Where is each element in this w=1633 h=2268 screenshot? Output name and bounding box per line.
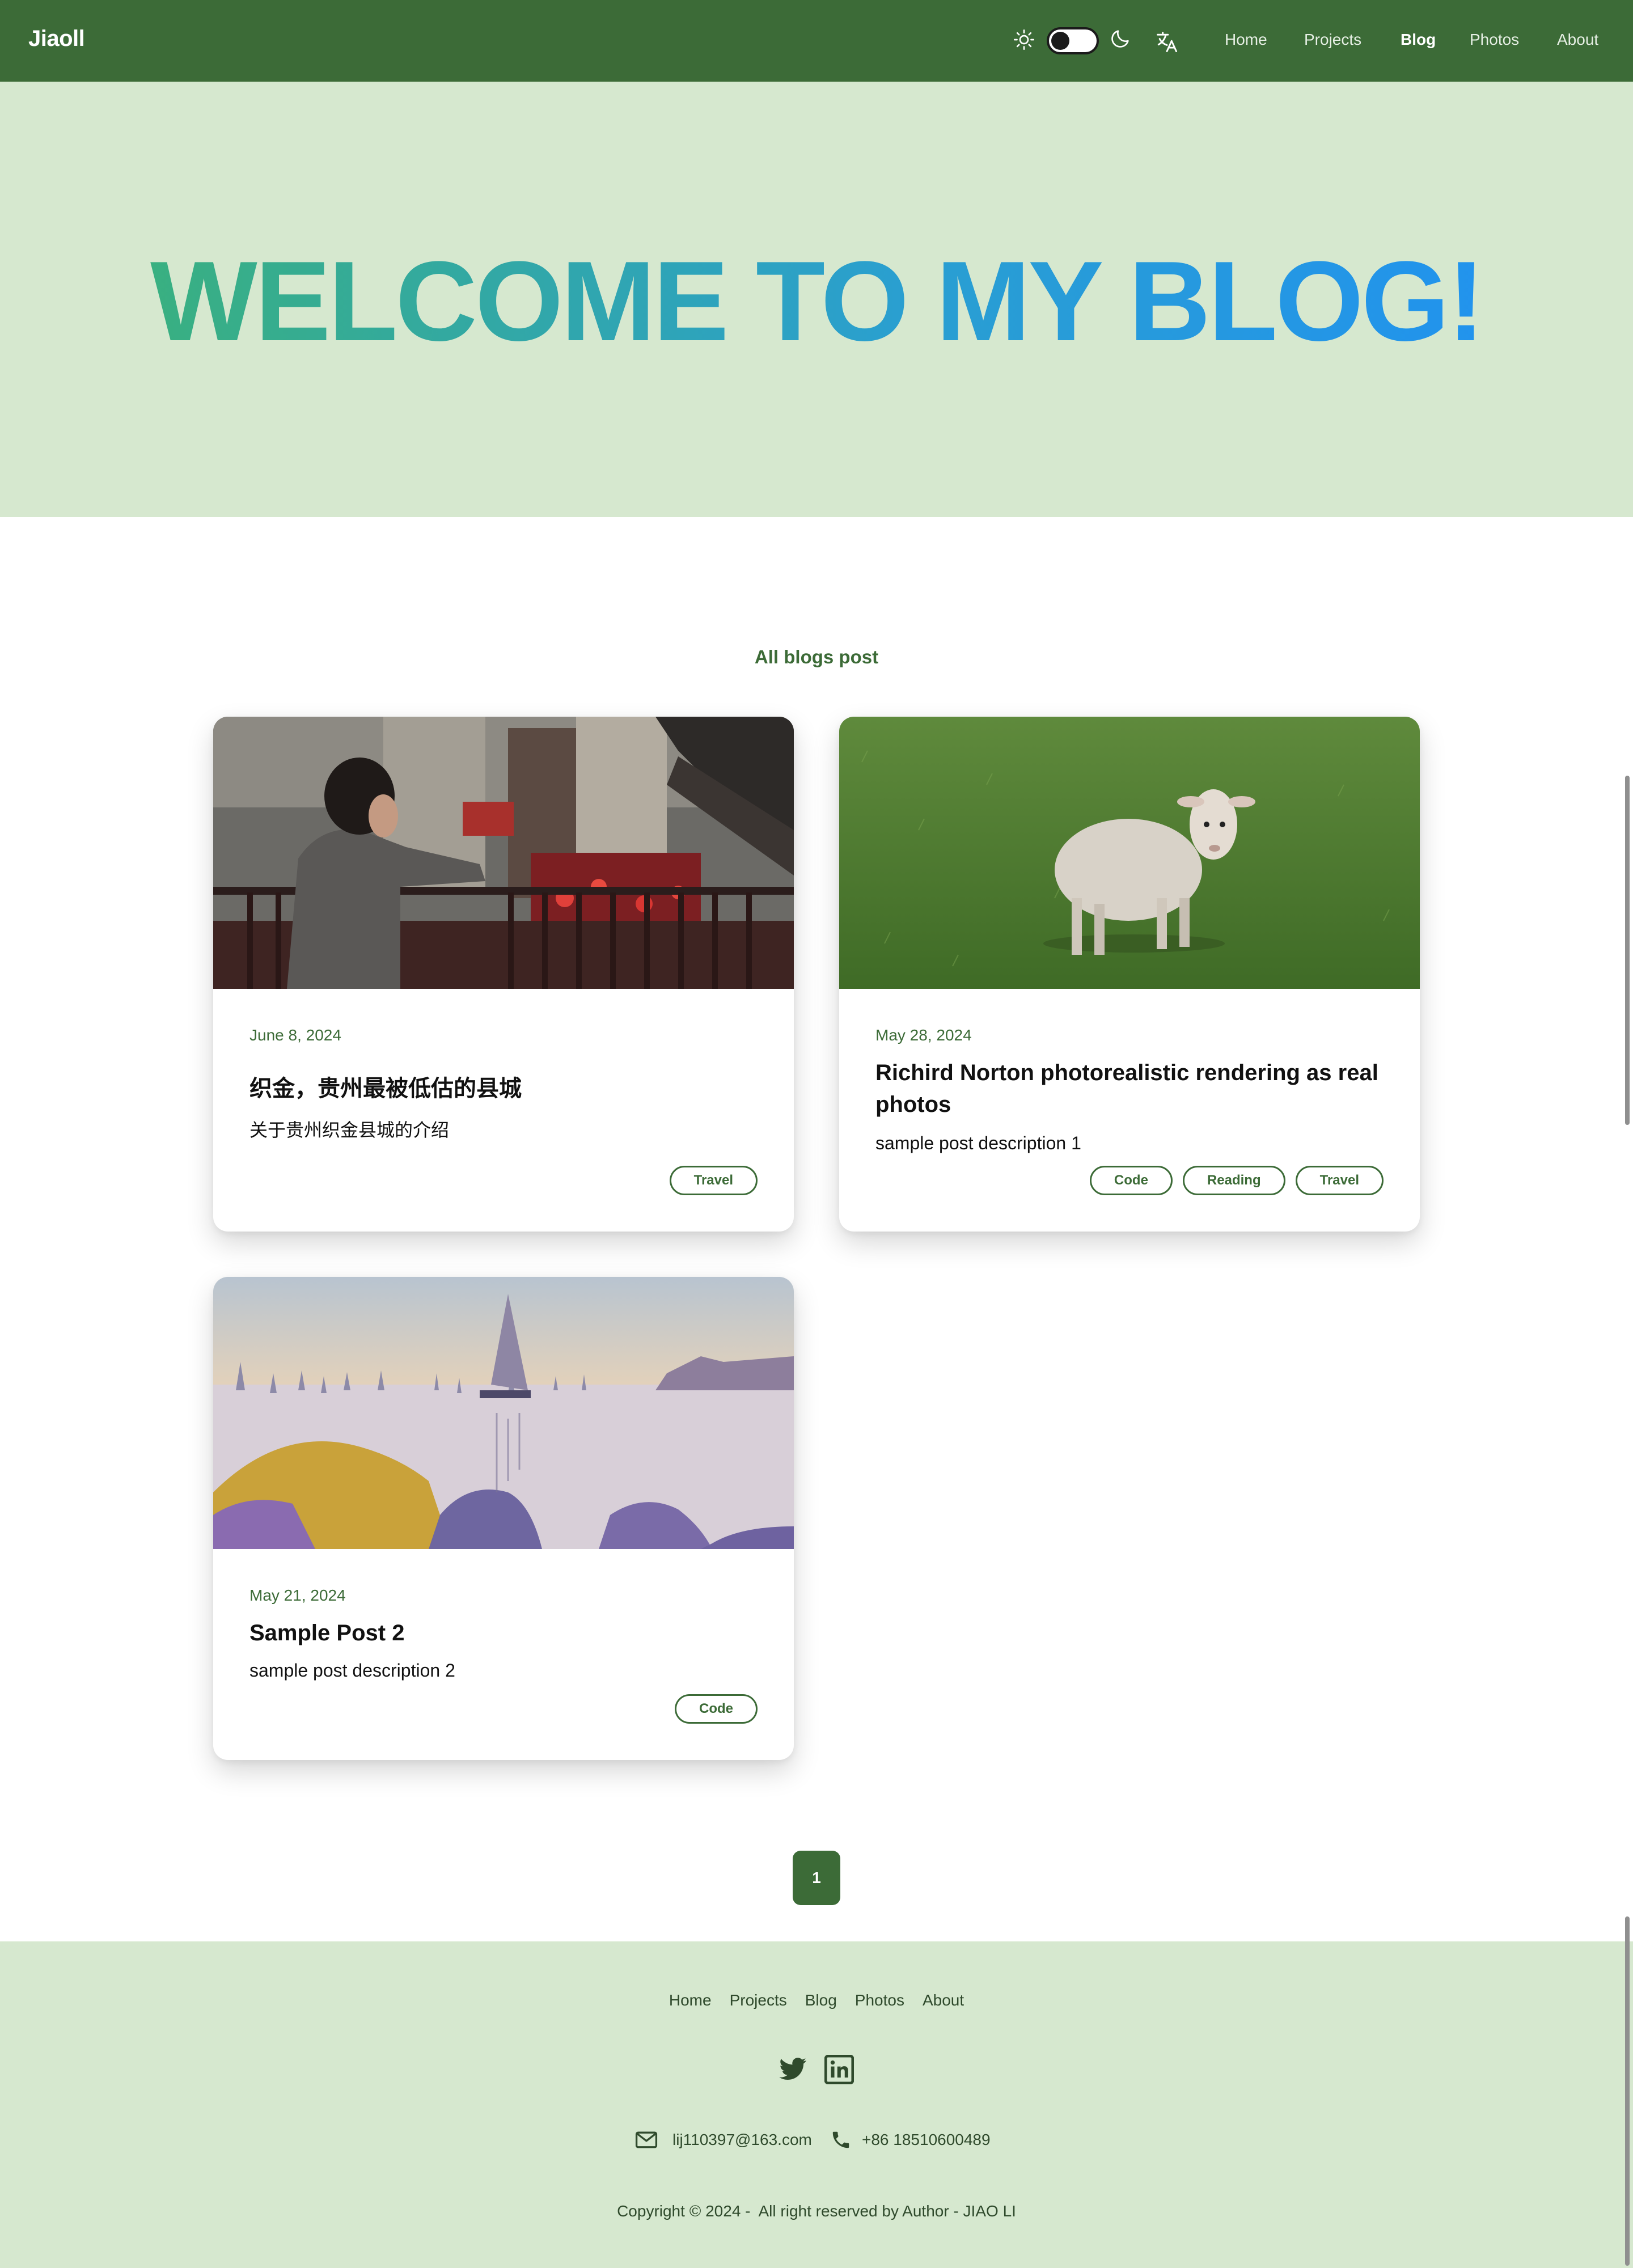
scrollbar-thumb-secondary[interactable] — [1625, 1916, 1630, 2266]
tag-list: Code Reading Travel — [1089, 1166, 1384, 1195]
moon-icon[interactable] — [1109, 27, 1132, 50]
tag-reading[interactable]: Reading — [1182, 1166, 1285, 1195]
site-brand[interactable]: Jiaoll — [28, 26, 85, 52]
pagination-page-1[interactable]: 1 — [793, 1851, 840, 1905]
post-date: May 21, 2024 — [249, 1586, 346, 1604]
footer-email[interactable]: lij110397@163.com — [634, 2127, 812, 2152]
translate-icon[interactable] — [1154, 29, 1179, 54]
post-title[interactable]: Sample Post 2 — [249, 1617, 760, 1649]
blog-card[interactable]: May 28, 2024 Richird Norton photorealist… — [839, 717, 1420, 1232]
toggle-knob — [1051, 32, 1069, 50]
blog-card[interactable]: June 8, 2024 织金，贵州最被低估的县城 关于贵州织金县城的介绍 Tr… — [213, 717, 794, 1232]
nav-link-photos[interactable]: Photos — [1470, 31, 1519, 49]
copyright-text: Copyright © 2024 - All right reserved by… — [617, 2202, 1016, 2220]
nav-link-about[interactable]: About — [1557, 31, 1598, 49]
post-description: sample post description 2 — [249, 1660, 455, 1681]
tag-travel[interactable]: Travel — [1295, 1166, 1384, 1195]
email-text: lij110397@163.com — [672, 2131, 812, 2148]
twitter-icon[interactable] — [778, 2055, 807, 2084]
tag-list: Code — [675, 1694, 758, 1724]
footer-link-about[interactable]: About — [923, 1991, 964, 2009]
footer-link-blog[interactable]: Blog — [805, 1991, 837, 2009]
theme-toggle[interactable] — [1047, 27, 1099, 54]
phone-icon — [832, 2131, 849, 2148]
nav-link-home[interactable]: Home — [1225, 31, 1267, 49]
scrollbar-thumb[interactable] — [1625, 776, 1630, 1125]
post-cover-image — [213, 1277, 794, 1549]
post-description: 关于贵州织金县城的介绍 — [249, 1119, 450, 1141]
footer-link-home[interactable]: Home — [669, 1991, 712, 2009]
hero-title: WELCOME TO MY BLOG! — [0, 245, 1633, 358]
section-heading: All blogs post — [754, 646, 879, 667]
hero-banner: WELCOME TO MY BLOG! — [0, 82, 1633, 517]
nav-link-blog[interactable]: Blog — [1401, 31, 1436, 49]
site-footer: Home Projects Blog Photos About lij11039… — [0, 1941, 1633, 2268]
sun-icon[interactable] — [1013, 28, 1035, 51]
top-navbar: Jiaoll Home Projects Blog Photos About — [0, 0, 1633, 82]
footer-nav: Home Projects Blog Photos About — [0, 1991, 1633, 2009]
blog-card[interactable]: May 21, 2024 Sample Post 2 sample post d… — [213, 1277, 794, 1760]
linkedin-icon[interactable] — [824, 2055, 854, 2084]
footer-phone[interactable]: +86 18510600489 — [830, 2127, 991, 2152]
footer-link-projects[interactable]: Projects — [730, 1991, 787, 2009]
post-cover-image — [213, 717, 794, 989]
mail-icon — [635, 2131, 658, 2148]
footer-link-photos[interactable]: Photos — [855, 1991, 904, 2009]
tag-travel[interactable]: Travel — [669, 1166, 758, 1195]
post-title[interactable]: 织金，贵州最被低估的县城 — [249, 1073, 760, 1105]
post-description: sample post description 1 — [875, 1133, 1081, 1153]
post-title[interactable]: Richird Norton photorealistic rendering … — [875, 1057, 1386, 1120]
tag-list: Travel — [669, 1166, 758, 1195]
post-cover-image — [839, 717, 1420, 989]
phone-text: +86 18510600489 — [862, 2131, 991, 2148]
post-date: June 8, 2024 — [249, 1026, 341, 1044]
nav-link-projects[interactable]: Projects — [1304, 31, 1361, 49]
post-date: May 28, 2024 — [875, 1026, 972, 1044]
tag-code[interactable]: Code — [675, 1694, 758, 1724]
tag-code[interactable]: Code — [1089, 1166, 1173, 1195]
